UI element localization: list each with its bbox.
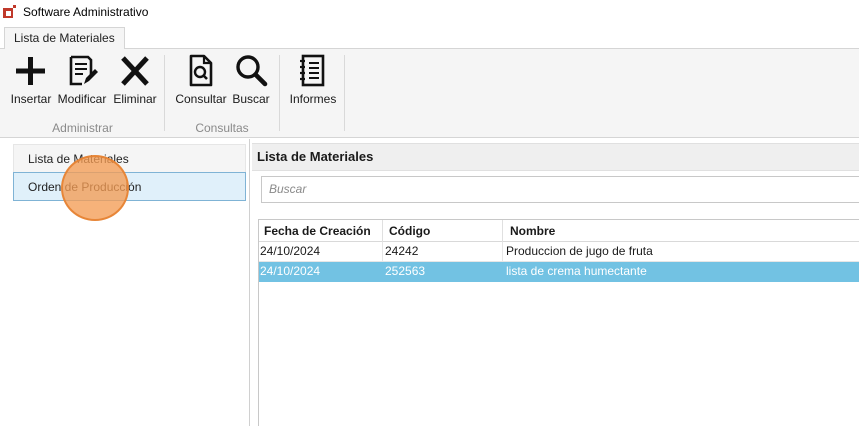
plus-icon <box>16 57 45 85</box>
insertar-button[interactable]: Insertar <box>10 53 52 107</box>
window-title: Software Administrativo <box>23 5 149 19</box>
document-search-icon <box>189 54 213 87</box>
group-label-consultas: Consultas <box>195 121 249 135</box>
title-bar: Software Administrativo <box>0 0 859 24</box>
main-panel: Lista de Materiales Buscar Fecha de Crea… <box>252 139 859 426</box>
nav-item-orden-de-produccion[interactable]: Orden de Producción <box>13 172 246 201</box>
ribbon-group-divider <box>344 55 345 131</box>
cell-nombre: lista de crema humectante <box>506 264 647 278</box>
consultar-button[interactable]: Consultar <box>175 53 227 107</box>
column-header-fecha[interactable]: Fecha de Creación <box>259 220 383 242</box>
materials-table: Fecha de Creación Código Nombre 24/10/20… <box>258 219 859 426</box>
group-label-administrar: Administrar <box>52 121 113 135</box>
cell-fecha: 24/10/2024 <box>260 264 321 278</box>
edit-document-icon <box>69 55 98 86</box>
x-close-icon <box>121 56 149 86</box>
column-header-nombre[interactable]: Nombre <box>503 220 859 242</box>
cell-fecha: 24/10/2024 <box>259 242 383 262</box>
cell-nombre: Produccion de jugo de fruta <box>506 244 653 258</box>
buscar-button[interactable]: Buscar <box>232 53 270 107</box>
table-row[interactable]: 24/10/2024 24242 Produccion de jugo de f… <box>259 242 859 262</box>
modificar-label: Modificar <box>57 92 107 106</box>
informes-button[interactable]: Informes <box>289 53 337 107</box>
navigation-panel: Lista de Materiales Orden de Producción <box>0 139 250 426</box>
buscar-label: Buscar <box>232 92 270 106</box>
nav-item-lista-de-materiales[interactable]: Lista de Materiales <box>13 144 246 173</box>
ribbon-group-divider <box>279 55 280 131</box>
ribbon-group-divider <box>164 55 165 131</box>
table-header: Fecha de Creación Código Nombre <box>259 220 859 242</box>
consultar-label: Consultar <box>175 92 227 106</box>
column-header-codigo[interactable]: Código <box>383 220 503 242</box>
cell-codigo: 252563 <box>385 264 426 278</box>
insertar-label: Insertar <box>10 92 52 106</box>
cell-codigo: 24242 <box>383 242 503 262</box>
ribbon: Insertar Modificar Eliminar Administrar <box>0 49 859 138</box>
notebook-icon <box>300 54 325 87</box>
table-row-selected[interactable]: 24/10/2024 252563 lista de crema humecta… <box>259 262 859 282</box>
tab-lista-de-materiales[interactable]: Lista de Materiales <box>4 27 125 50</box>
magnifier-icon <box>236 55 268 87</box>
informes-label: Informes <box>289 92 337 106</box>
eliminar-label: Eliminar <box>113 92 157 106</box>
app-logo-icon <box>2 4 18 20</box>
modificar-button[interactable]: Modificar <box>56 53 108 107</box>
ribbon-tab-strip: Lista de Materiales <box>0 24 859 50</box>
page-title: Lista de Materiales <box>252 143 859 171</box>
eliminar-button[interactable]: Eliminar <box>113 53 157 107</box>
search-input[interactable]: Buscar <box>261 176 859 203</box>
